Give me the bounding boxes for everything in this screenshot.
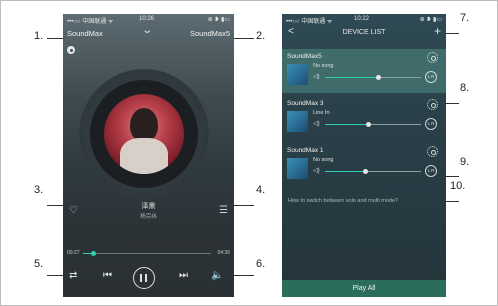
status-time: 10:22 bbox=[354, 16, 370, 22]
volume-knob[interactable] bbox=[375, 75, 381, 80]
callout-10: 10. bbox=[450, 180, 466, 192]
carrier-text: •••○○ 中国联通 ᯤ bbox=[286, 19, 333, 25]
playlist-icon[interactable]: ☰ bbox=[219, 205, 228, 216]
callout-9: 9. bbox=[460, 156, 470, 168]
volume-icon[interactable]: 🔈 bbox=[211, 270, 223, 281]
vinyl-disc bbox=[90, 80, 198, 188]
device-settings-icon[interactable] bbox=[427, 146, 438, 157]
callout-3: 3. bbox=[34, 184, 44, 196]
settings-icon[interactable] bbox=[67, 46, 75, 54]
device-card-3[interactable]: SoundMax 1 No song ◁) L R bbox=[282, 143, 446, 187]
status-time: 10:26 bbox=[139, 16, 155, 22]
play-all-button[interactable]: Play All bbox=[282, 280, 446, 297]
speaker-icon: ◁) bbox=[313, 74, 320, 80]
callout-1: 1. bbox=[34, 30, 44, 42]
help-link[interactable]: How to switch between solo and multi mod… bbox=[288, 198, 398, 204]
status-bar: •••○○ 中国联通 ᯤ 10:26 ⊕ ❥ ▮▭ bbox=[63, 14, 234, 25]
callout-8: 8. bbox=[460, 82, 470, 94]
time-elapsed: 00:27 bbox=[67, 250, 80, 256]
prev-icon[interactable]: ⏮ bbox=[103, 270, 112, 281]
volume-knob[interactable] bbox=[366, 122, 372, 127]
volume-knob[interactable] bbox=[363, 169, 369, 174]
speaker-icon: ◁) bbox=[313, 168, 320, 174]
volume-slider[interactable] bbox=[325, 169, 421, 174]
device-left-label[interactable]: SoundMax bbox=[67, 29, 103, 38]
device-card-2[interactable]: SoundMax 3 Line In ◁) L R bbox=[282, 96, 446, 140]
device-card-1[interactable]: SoundMax5 No song ◁) L R bbox=[282, 49, 446, 93]
repeat-icon[interactable]: ⇄ bbox=[69, 270, 77, 281]
device-thumbnail bbox=[287, 158, 308, 179]
device-list-screen: •••○○ 中国联通 ᯤ 10:22 ⊕ ❥ ▮▭ < DEVICE LIST … bbox=[282, 14, 446, 297]
device-settings-icon[interactable] bbox=[427, 99, 438, 110]
callout-4: 4. bbox=[256, 184, 266, 196]
device-name: SoundMax 1 bbox=[287, 147, 324, 154]
callout-7: 7. bbox=[460, 12, 470, 24]
pause-bar bbox=[140, 274, 142, 282]
lr-channel-button[interactable]: L R bbox=[425, 118, 437, 130]
volume-slider[interactable] bbox=[325, 122, 421, 127]
carrier-text: •••○○ 中国联通 ᯤ bbox=[67, 19, 114, 25]
chevron-down-icon[interactable]: ⌄ bbox=[141, 25, 153, 36]
volume-fill bbox=[325, 77, 378, 78]
device-thumbnail bbox=[287, 111, 308, 132]
callout-5: 5. bbox=[34, 258, 44, 270]
progress-knob[interactable] bbox=[91, 251, 97, 256]
next-icon[interactable]: ⏭ bbox=[179, 270, 188, 281]
pause-icon[interactable] bbox=[133, 267, 155, 289]
pause-bar bbox=[145, 274, 147, 282]
volume-slider[interactable] bbox=[325, 75, 421, 80]
callout-2: 2. bbox=[256, 30, 266, 42]
volume-fill bbox=[325, 124, 369, 125]
progress-slider[interactable] bbox=[83, 251, 211, 256]
status-right: ⊕ ❥ ▮▭ bbox=[419, 17, 442, 23]
device-name: SoundMax 3 bbox=[287, 100, 324, 107]
lr-channel-button[interactable]: L R bbox=[425, 71, 437, 83]
player-screen: •••○○ 中国联通 ᯤ 10:26 ⊕ ❥ ▮▭ SoundMax ⌄ Sou… bbox=[63, 14, 234, 297]
device-name: SoundMax5 bbox=[287, 53, 322, 60]
lr-channel-button[interactable]: L R bbox=[425, 165, 437, 177]
song-title: 泽熏 bbox=[141, 203, 156, 210]
device-song: Line In bbox=[313, 110, 330, 116]
device-thumbnail bbox=[287, 64, 308, 85]
time-total: 04:36 bbox=[217, 250, 230, 256]
volume-fill bbox=[325, 171, 366, 172]
status-bar: •••○○ 中国联通 ᯤ 10:22 ⊕ ❥ ▮▭ bbox=[282, 14, 446, 25]
artist-name: 杨宗纬 bbox=[140, 214, 157, 220]
device-right-label[interactable]: SoundMax5 bbox=[190, 29, 230, 38]
device-settings-icon[interactable] bbox=[427, 52, 438, 63]
status-right: ⊕ ❥ ▮▭ bbox=[207, 17, 230, 23]
device-song: No song bbox=[313, 63, 334, 69]
add-device-button[interactable]: + bbox=[434, 24, 441, 38]
album-art bbox=[104, 94, 184, 174]
page-title: DEVICE LIST bbox=[342, 29, 386, 36]
callout-6: 6. bbox=[256, 258, 266, 270]
device-song: No song bbox=[313, 157, 334, 163]
speaker-icon: ◁) bbox=[313, 121, 320, 127]
